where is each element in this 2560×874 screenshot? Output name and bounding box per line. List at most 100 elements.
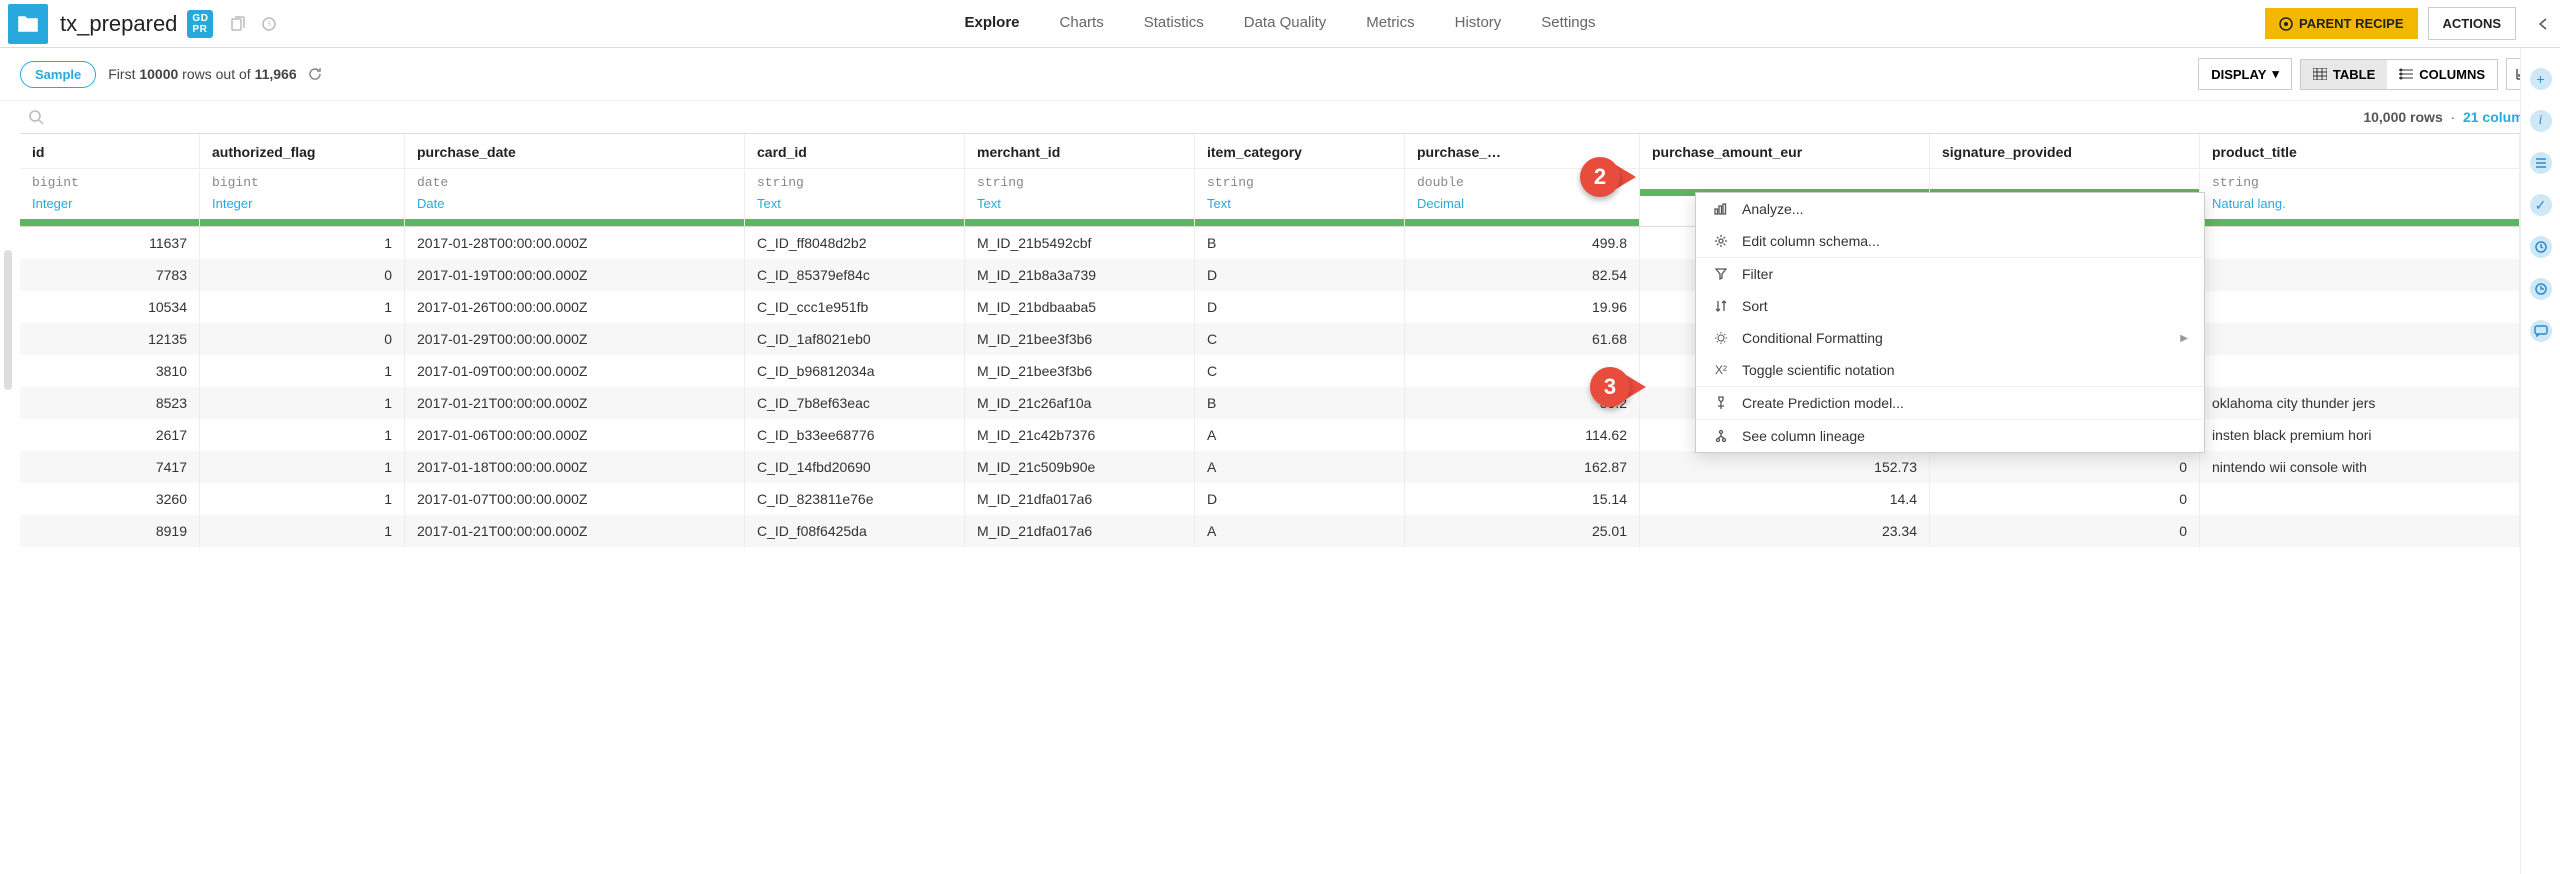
table-cell[interactable]: 3810 bbox=[20, 355, 200, 387]
table-cell[interactable] bbox=[2200, 483, 2520, 515]
search-icon[interactable] bbox=[28, 109, 44, 125]
table-view-button[interactable]: TABLE bbox=[2301, 60, 2387, 89]
table-cell[interactable]: M_ID_21b8a3a739 bbox=[965, 259, 1195, 291]
column-header[interactable]: card_idstringText bbox=[745, 134, 965, 226]
dataset-icon[interactable] bbox=[8, 4, 48, 44]
table-cell[interactable]: 23.34 bbox=[1640, 515, 1930, 547]
table-row[interactable]: 741712017-01-18T00:00:00.000ZC_ID_14fbd2… bbox=[20, 451, 2548, 483]
table-row[interactable]: 891912017-01-21T00:00:00.000ZC_ID_f08f64… bbox=[20, 515, 2548, 547]
table-cell[interactable]: 0 bbox=[200, 259, 405, 291]
collapse-right-icon[interactable] bbox=[2534, 17, 2552, 31]
table-cell[interactable]: 61.68 bbox=[1405, 323, 1640, 355]
column-meaning[interactable] bbox=[1930, 179, 2199, 189]
table-cell[interactable]: C_ID_823811e76e bbox=[745, 483, 965, 515]
table-cell[interactable] bbox=[2200, 515, 2520, 547]
column-header[interactable]: purchase_datedateDate bbox=[405, 134, 745, 226]
rail-add-icon[interactable]: + bbox=[2530, 68, 2552, 90]
menu-edit-schema[interactable]: Edit column schema... bbox=[1696, 225, 2204, 257]
refresh-icon[interactable] bbox=[307, 66, 323, 82]
table-cell[interactable]: C_ID_ccc1e951fb bbox=[745, 291, 965, 323]
table-cell[interactable]: 1 bbox=[200, 483, 405, 515]
table-cell[interactable]: M_ID_21dfa017a6 bbox=[965, 515, 1195, 547]
column-header[interactable]: product_titlestringNatural lang. bbox=[2200, 134, 2520, 226]
table-cell[interactable]: 1 bbox=[200, 355, 405, 387]
table-cell[interactable]: C_ID_b33ee68776 bbox=[745, 419, 965, 451]
table-cell[interactable]: oklahoma city thunder jers bbox=[2200, 387, 2520, 419]
parent-recipe-button[interactable]: PARENT RECIPE bbox=[2265, 8, 2418, 39]
gdpr-badge[interactable]: GDPR bbox=[187, 10, 213, 38]
table-cell[interactable]: C_ID_7b8ef63eac bbox=[745, 387, 965, 419]
column-meaning[interactable]: Date bbox=[405, 194, 744, 219]
rail-clock-icon[interactable] bbox=[2530, 278, 2552, 300]
table-cell[interactable]: 1 bbox=[200, 227, 405, 259]
table-cell[interactable]: 0 bbox=[1930, 515, 2200, 547]
table-cell[interactable]: M_ID_21bee3f3b6 bbox=[965, 355, 1195, 387]
column-meaning[interactable]: Integer bbox=[200, 194, 404, 219]
table-cell[interactable]: 152.73 bbox=[1640, 451, 1930, 483]
column-meaning[interactable]: Text bbox=[1195, 194, 1404, 219]
table-cell[interactable]: 7417 bbox=[20, 451, 200, 483]
table-cell[interactable]: C bbox=[1195, 355, 1405, 387]
table-cell[interactable]: 12135 bbox=[20, 323, 200, 355]
table-cell[interactable]: 2017-01-19T00:00:00.000Z bbox=[405, 259, 745, 291]
watch-icon[interactable] bbox=[255, 10, 283, 38]
table-cell[interactable]: M_ID_21bdbaaba5 bbox=[965, 291, 1195, 323]
table-cell[interactable]: C_ID_1af8021eb0 bbox=[745, 323, 965, 355]
table-cell[interactable]: 0 bbox=[1930, 483, 2200, 515]
table-cell[interactable]: C_ID_b96812034a bbox=[745, 355, 965, 387]
table-cell[interactable]: M_ID_21c509b90e bbox=[965, 451, 1195, 483]
table-cell[interactable]: C_ID_14fbd20690 bbox=[745, 451, 965, 483]
column-meaning[interactable]: Text bbox=[965, 194, 1194, 219]
table-cell[interactable]: A bbox=[1195, 451, 1405, 483]
column-header[interactable]: item_categorystringText bbox=[1195, 134, 1405, 226]
table-cell[interactable]: 2617 bbox=[20, 419, 200, 451]
table-cell[interactable]: 19.96 bbox=[1405, 291, 1640, 323]
rail-history-icon[interactable] bbox=[2530, 236, 2552, 258]
table-cell[interactable]: M_ID_21c42b7376 bbox=[965, 419, 1195, 451]
menu-sort[interactable]: Sort bbox=[1696, 290, 2204, 322]
table-cell[interactable]: 10534 bbox=[20, 291, 200, 323]
table-cell[interactable]: D bbox=[1195, 483, 1405, 515]
table-row[interactable]: 326012017-01-07T00:00:00.000ZC_ID_823811… bbox=[20, 483, 2548, 515]
table-cell[interactable]: 0 bbox=[200, 323, 405, 355]
table-cell[interactable]: M_ID_21c26af10a bbox=[965, 387, 1195, 419]
menu-filter[interactable]: Filter bbox=[1696, 257, 2204, 290]
column-meaning[interactable]: Integer bbox=[20, 194, 199, 219]
table-cell[interactable] bbox=[2200, 291, 2520, 323]
table-cell[interactable]: 1 bbox=[200, 451, 405, 483]
column-header[interactable]: idbigintInteger bbox=[20, 134, 200, 226]
table-cell[interactable]: 2017-01-28T00:00:00.000Z bbox=[405, 227, 745, 259]
table-cell[interactable]: C_ID_f08f6425da bbox=[745, 515, 965, 547]
table-cell[interactable]: C_ID_85379ef84c bbox=[745, 259, 965, 291]
rail-check-icon[interactable]: ✓ bbox=[2530, 194, 2552, 216]
table-cell[interactable]: 499.8 bbox=[1405, 227, 1640, 259]
actions-button[interactable]: ACTIONS bbox=[2428, 7, 2517, 40]
table-cell[interactable]: 14.4 bbox=[1640, 483, 1930, 515]
table-cell[interactable]: insten black premium hori bbox=[2200, 419, 2520, 451]
table-cell[interactable]: 11637 bbox=[20, 227, 200, 259]
menu-conditional-formatting[interactable]: Conditional Formatting ▶ bbox=[1696, 322, 2204, 354]
column-meaning[interactable]: Natural lang. bbox=[2200, 194, 2519, 219]
rail-list-icon[interactable] bbox=[2530, 152, 2552, 174]
table-cell[interactable]: 2017-01-06T00:00:00.000Z bbox=[405, 419, 745, 451]
table-cell[interactable]: C bbox=[1195, 323, 1405, 355]
table-cell[interactable]: 2017-01-29T00:00:00.000Z bbox=[405, 323, 745, 355]
table-cell[interactable] bbox=[2200, 323, 2520, 355]
column-meaning[interactable]: Text bbox=[745, 194, 964, 219]
table-cell[interactable]: 3260 bbox=[20, 483, 200, 515]
table-cell[interactable]: M_ID_21dfa017a6 bbox=[965, 483, 1195, 515]
table-cell[interactable]: M_ID_21bee3f3b6 bbox=[965, 323, 1195, 355]
menu-toggle-scientific[interactable]: X² Toggle scientific notation bbox=[1696, 354, 2204, 386]
rail-discuss-icon[interactable] bbox=[2530, 320, 2552, 342]
table-cell[interactable] bbox=[2200, 227, 2520, 259]
table-cell[interactable]: A bbox=[1195, 419, 1405, 451]
copy-icon[interactable] bbox=[223, 10, 251, 38]
columns-view-button[interactable]: COLUMNS bbox=[2387, 60, 2497, 89]
table-cell[interactable]: nintendo wii console with bbox=[2200, 451, 2520, 483]
table-cell[interactable]: 7783 bbox=[20, 259, 200, 291]
table-cell[interactable]: 2017-01-26T00:00:00.000Z bbox=[405, 291, 745, 323]
table-cell[interactable]: 1 bbox=[200, 419, 405, 451]
table-cell[interactable]: 114.62 bbox=[1405, 419, 1640, 451]
table-cell[interactable] bbox=[2200, 259, 2520, 291]
table-cell[interactable]: B bbox=[1195, 387, 1405, 419]
